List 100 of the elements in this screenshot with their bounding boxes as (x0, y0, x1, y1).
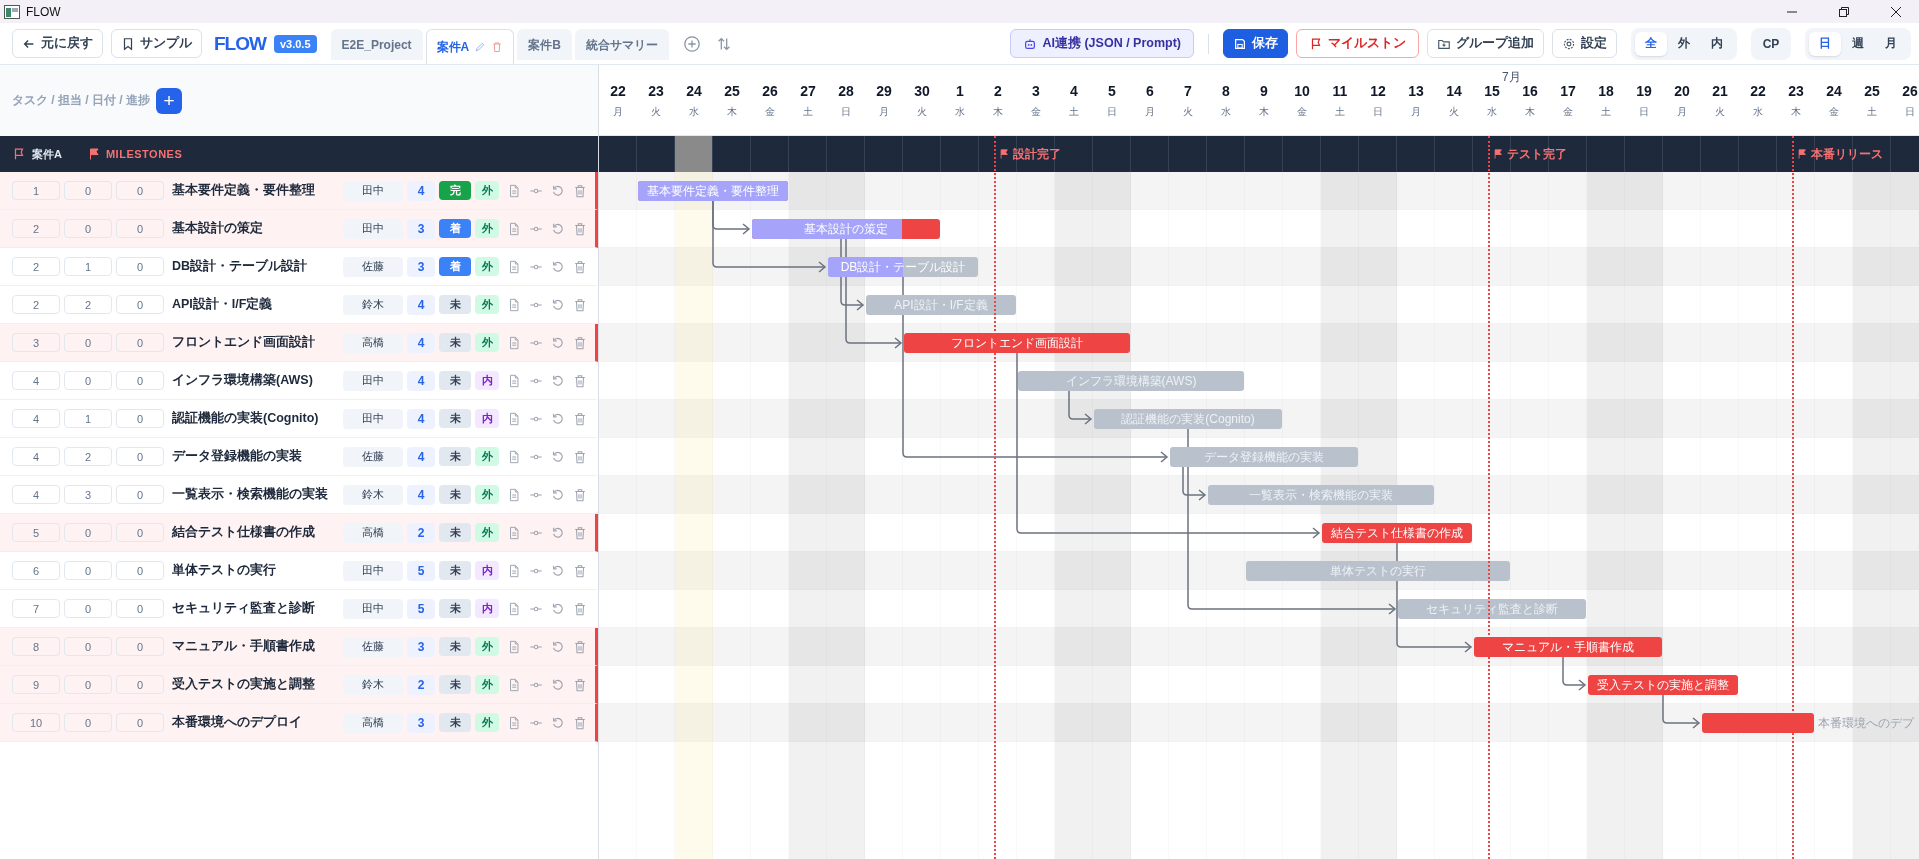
document-icon[interactable] (507, 411, 521, 426)
trash-icon[interactable] (573, 487, 587, 502)
wbs-field[interactable]: 0 (116, 409, 164, 428)
trash-icon[interactable] (573, 259, 587, 274)
undo-icon[interactable] (551, 335, 565, 350)
document-icon[interactable] (507, 677, 521, 692)
document-icon[interactable] (507, 715, 521, 730)
project-tab[interactable]: 案件B (517, 29, 572, 60)
wbs-field[interactable]: 0 (116, 485, 164, 504)
wbs-field[interactable]: 0 (116, 295, 164, 314)
document-icon[interactable] (507, 487, 521, 502)
duration-field[interactable]: 4 (407, 370, 435, 391)
wbs-field[interactable]: 0 (64, 181, 112, 200)
wbs-field[interactable]: 0 (116, 333, 164, 352)
status-tag[interactable]: 未 (439, 561, 471, 580)
status-tag[interactable]: 着 (439, 257, 471, 276)
wbs-field[interactable]: 2 (12, 219, 60, 238)
scope-tag[interactable]: 外 (475, 333, 499, 352)
trash-icon[interactable] (573, 297, 587, 312)
add-task-button[interactable]: + (156, 87, 182, 114)
undo-icon[interactable] (551, 183, 565, 198)
duration-field[interactable]: 4 (407, 294, 435, 315)
wbs-field[interactable]: 0 (116, 447, 164, 466)
undo-icon[interactable] (551, 601, 565, 616)
duration-field[interactable]: 3 (407, 636, 435, 657)
trash-icon[interactable] (491, 41, 504, 53)
scope-tag[interactable]: 外 (475, 295, 499, 314)
wbs-field[interactable]: 0 (64, 637, 112, 656)
trash-icon[interactable] (573, 335, 587, 350)
assignee-field[interactable]: 佐藤 (343, 636, 403, 657)
assignee-field[interactable]: 高橋 (343, 712, 403, 733)
status-tag[interactable]: 着 (439, 219, 471, 238)
status-tag[interactable]: 未 (439, 485, 471, 504)
document-icon[interactable] (507, 639, 521, 654)
add-group-button[interactable]: グループ追加 (1427, 29, 1544, 58)
wbs-field[interactable]: 6 (12, 561, 60, 580)
assignee-field[interactable]: 佐藤 (343, 256, 403, 277)
status-tag[interactable]: 未 (439, 637, 471, 656)
trash-icon[interactable] (573, 677, 587, 692)
trash-icon[interactable] (573, 601, 587, 616)
wbs-field[interactable]: 4 (12, 447, 60, 466)
duration-field[interactable]: 4 (407, 484, 435, 505)
undo-icon[interactable] (551, 259, 565, 274)
status-tag[interactable]: 未 (439, 523, 471, 542)
wbs-field[interactable]: 4 (12, 409, 60, 428)
project-tab[interactable]: 統合サマリー (574, 29, 669, 60)
document-icon[interactable] (507, 373, 521, 388)
filter-option[interactable]: 全 (1635, 31, 1667, 56)
trash-icon[interactable] (573, 183, 587, 198)
wbs-field[interactable]: 1 (64, 257, 112, 276)
wbs-field[interactable]: 2 (12, 257, 60, 276)
undo-icon[interactable] (551, 297, 565, 312)
wbs-field[interactable]: 0 (64, 713, 112, 732)
wbs-field[interactable]: 0 (116, 257, 164, 276)
wbs-field[interactable]: 2 (12, 295, 60, 314)
scope-tag[interactable]: 内 (475, 371, 499, 390)
document-icon[interactable] (507, 259, 521, 274)
assignee-field[interactable]: 鈴木 (343, 294, 403, 315)
scale-option[interactable]: 週 (1842, 31, 1874, 56)
status-tag[interactable]: 未 (439, 371, 471, 390)
wbs-field[interactable]: 1 (64, 409, 112, 428)
wbs-field[interactable]: 4 (12, 371, 60, 390)
task-bar[interactable]: フロントエンド画面設計 (904, 333, 1130, 353)
ai-button[interactable]: AI連携 (JSON / Prompt) (1010, 29, 1194, 58)
undo-icon[interactable] (551, 411, 565, 426)
task-bar[interactable]: マニュアル・手順書作成 (1474, 637, 1662, 657)
wbs-field[interactable]: 3 (64, 485, 112, 504)
document-icon[interactable] (507, 563, 521, 578)
scope-tag[interactable]: 外 (475, 219, 499, 238)
wbs-field[interactable]: 0 (64, 371, 112, 390)
trash-icon[interactable] (573, 373, 587, 388)
wbs-field[interactable]: 2 (64, 447, 112, 466)
wbs-field[interactable]: 2 (64, 295, 112, 314)
assignee-field[interactable]: 高橋 (343, 522, 403, 543)
wbs-field[interactable]: 0 (64, 219, 112, 238)
settings-button[interactable]: 設定 (1552, 29, 1617, 58)
scope-tag[interactable]: 外 (475, 675, 499, 694)
duration-field[interactable]: 4 (407, 408, 435, 429)
add-tab-icon[interactable] (682, 34, 701, 53)
filter-option[interactable]: 内 (1701, 31, 1733, 56)
document-icon[interactable] (507, 449, 521, 464)
document-icon[interactable] (507, 297, 521, 312)
document-icon[interactable] (507, 525, 521, 540)
wbs-field[interactable]: 0 (116, 599, 164, 618)
duration-field[interactable]: 5 (407, 560, 435, 581)
close-icon[interactable] (1890, 5, 1902, 18)
scope-tag[interactable]: 内 (475, 561, 499, 580)
undo-icon[interactable] (551, 677, 565, 692)
duration-field[interactable]: 3 (407, 256, 435, 277)
status-tag[interactable]: 未 (439, 295, 471, 314)
project-tab[interactable]: 案件A (425, 29, 515, 64)
scale-option[interactable]: 月 (1875, 31, 1907, 56)
assignee-field[interactable]: 田中 (343, 180, 403, 201)
restore-icon[interactable] (1838, 5, 1850, 18)
wbs-field[interactable]: 0 (64, 561, 112, 580)
document-icon[interactable] (507, 221, 521, 236)
save-button[interactable]: 保存 (1223, 29, 1288, 58)
pencil-icon[interactable] (474, 41, 487, 53)
trash-icon[interactable] (573, 221, 587, 236)
wbs-field[interactable]: 0 (64, 523, 112, 542)
